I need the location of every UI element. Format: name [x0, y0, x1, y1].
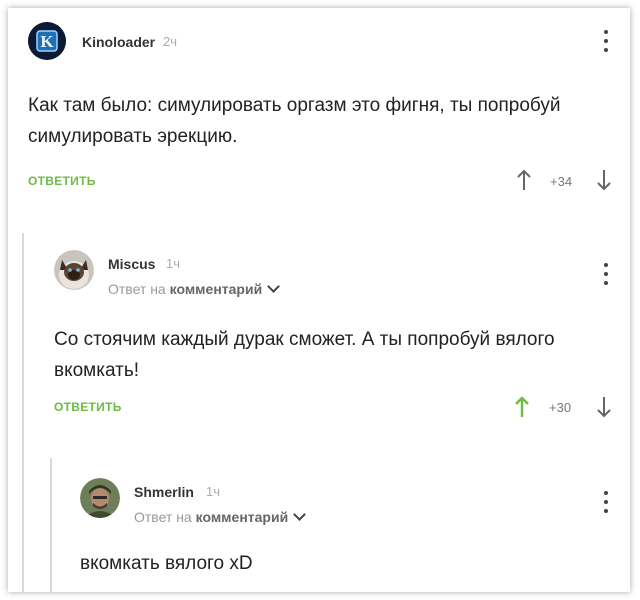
- svg-text:K: K: [40, 32, 54, 51]
- chevron-down-icon[interactable]: [267, 280, 281, 293]
- comment-author[interactable]: Miscus: [108, 256, 155, 272]
- cat-avatar[interactable]: [54, 250, 94, 290]
- comment-time: 2ч: [163, 34, 178, 49]
- comment-text: Как там было: симулировать оргазм это фи…: [28, 95, 561, 147]
- comment-author[interactable]: Kinoloader: [82, 34, 155, 50]
- reply-prefix: Ответ на: [134, 509, 192, 525]
- downvote-icon[interactable]: [596, 395, 612, 419]
- comment-author[interactable]: Shmerlin: [134, 484, 194, 500]
- more-vertical-icon[interactable]: [603, 491, 609, 517]
- upvote-icon[interactable]: [516, 168, 532, 192]
- comment-shmerlin: Shmerlin 1ч Ответ на комментарий вкомкат…: [8, 466, 630, 592]
- comment-text: Со стоячим каждый дурак сможет. А ты поп…: [54, 329, 555, 381]
- k-logo-icon: K: [28, 22, 66, 60]
- reply-button[interactable]: ОТВЕТИТЬ: [28, 174, 96, 188]
- reply-reference[interactable]: Ответ на комментарий: [108, 280, 281, 297]
- comment-score: +30: [549, 400, 572, 415]
- comment-text: вкомкать вялого xD: [80, 553, 253, 574]
- reply-link[interactable]: комментарий: [196, 509, 289, 525]
- soldier-avatar[interactable]: [80, 478, 120, 518]
- upvote-icon[interactable]: [514, 395, 530, 419]
- comment-time: 1ч: [166, 256, 181, 271]
- comment-time: 1ч: [206, 484, 221, 499]
- comment-kinoloader: K Kinoloader 2ч Как там было: симулирова…: [8, 8, 630, 208]
- reply-link[interactable]: комментарий: [170, 281, 263, 297]
- reply-prefix: Ответ на: [108, 281, 166, 297]
- reply-reference[interactable]: Ответ на комментарий: [134, 508, 307, 525]
- comment-score: +34: [550, 174, 573, 189]
- more-vertical-icon[interactable]: [603, 30, 609, 56]
- kinoloader-avatar[interactable]: K: [28, 22, 66, 60]
- more-vertical-icon[interactable]: [603, 263, 609, 289]
- downvote-icon[interactable]: [596, 168, 612, 192]
- chevron-down-icon[interactable]: [293, 508, 307, 521]
- comment-miscus: Miscus 1ч Ответ на комментарий Со стоячи…: [8, 238, 630, 438]
- comments-panel: K Kinoloader 2ч Как там было: симулирова…: [8, 8, 630, 592]
- reply-button[interactable]: ОТВЕТИТЬ: [54, 400, 122, 414]
